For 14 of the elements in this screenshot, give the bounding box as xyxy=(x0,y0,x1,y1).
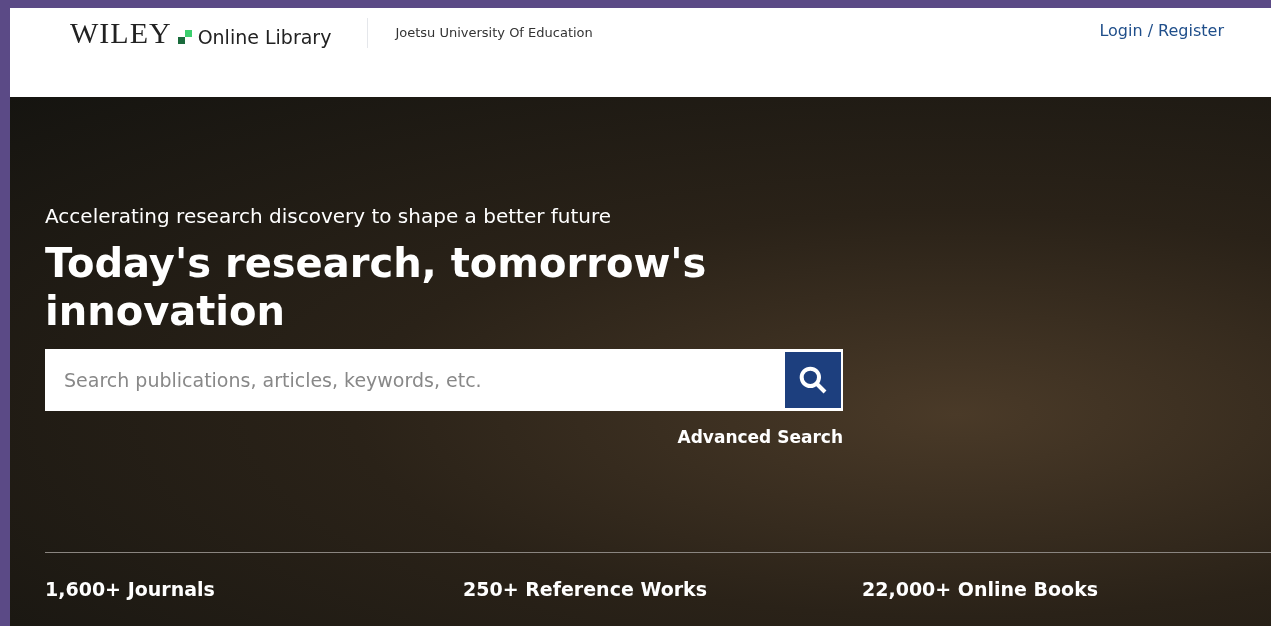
login-register-link[interactable]: Login / Register xyxy=(1099,18,1224,43)
hero-headline: Today's research, tomorrow's innovation xyxy=(45,239,708,335)
stat-label: 1,600+ Journals xyxy=(45,577,216,603)
logo-product-name: Online Library xyxy=(197,26,332,48)
logo-wordmark: WILEY xyxy=(70,18,172,48)
advanced-search-link[interactable]: Advanced Search xyxy=(677,425,843,451)
search-field[interactable]: Search publications, articles, keywords, etc. xyxy=(45,349,843,411)
stat-label: 250+ Reference Works xyxy=(463,577,709,603)
search-button[interactable] xyxy=(785,352,841,408)
stat-label: 22,000+ Online Books xyxy=(862,577,1099,603)
search-icon xyxy=(797,364,829,396)
squares-icon xyxy=(177,30,192,44)
hero-tagline: Accelerating research discovery to shape a better future xyxy=(45,203,613,230)
institution-name: Joetsu University Of Education xyxy=(395,25,593,40)
